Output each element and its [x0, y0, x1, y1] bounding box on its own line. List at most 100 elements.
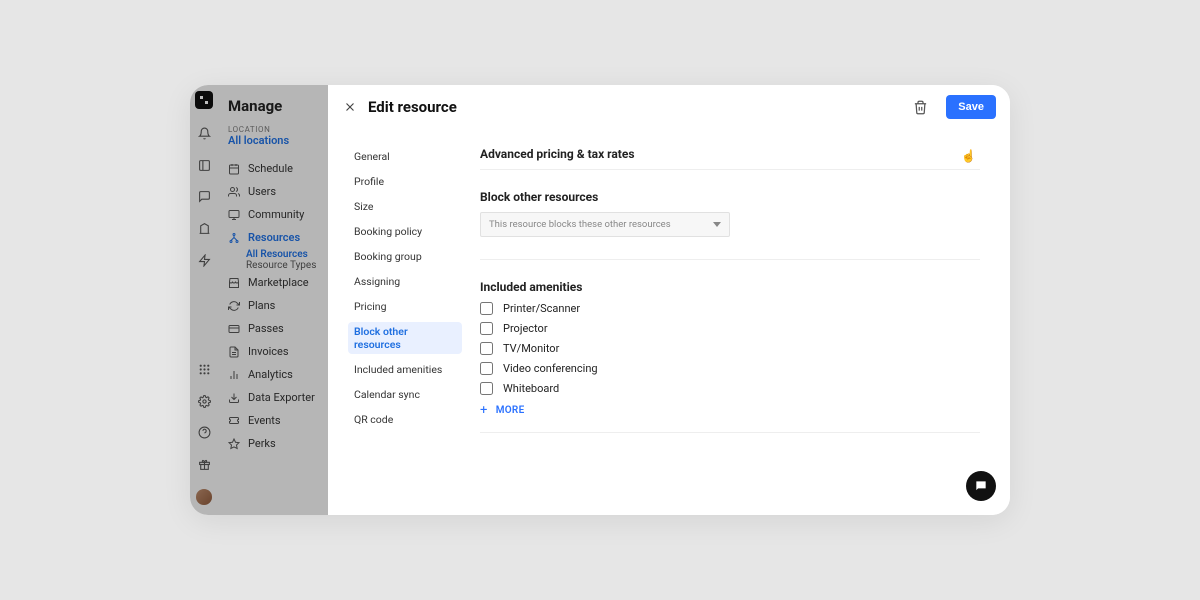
modal-title: Edit resource	[368, 98, 902, 116]
save-button[interactable]: Save	[946, 95, 996, 119]
section-nav: General Profile Size Booking policy Book…	[328, 129, 470, 515]
section-size[interactable]: Size	[348, 197, 462, 216]
nav-invoices[interactable]: Invoices	[218, 340, 328, 363]
amenity-row[interactable]: Projector	[480, 322, 980, 335]
icon-rail	[190, 85, 218, 515]
location-label: LOCATION	[228, 125, 318, 134]
user-avatar[interactable]	[196, 489, 212, 505]
invoice-icon	[228, 346, 240, 358]
section-amenities[interactable]: Included amenities	[348, 360, 462, 379]
store-icon	[228, 277, 240, 289]
nav-resources[interactable]: Resources	[218, 226, 328, 249]
advanced-pricing-title: Advanced pricing & tax rates	[480, 147, 635, 161]
included-amenities-block: Included amenities Printer/Scanner Proje…	[480, 280, 980, 433]
amenity-label: Video conferencing	[503, 362, 598, 375]
nav-sub-resource-types[interactable]: Resource Types	[218, 260, 328, 271]
nav-plans[interactable]: Plans	[218, 294, 328, 317]
chevron-down-icon	[713, 222, 721, 227]
trash-icon[interactable]	[912, 99, 928, 115]
advanced-pricing-block: Advanced pricing & tax rates ☝	[480, 147, 980, 170]
section-general[interactable]: General	[348, 147, 462, 166]
section-calendar-sync[interactable]: Calendar sync	[348, 385, 462, 404]
nav-data-exporter[interactable]: Data Exporter	[218, 386, 328, 409]
section-booking-policy[interactable]: Booking policy	[348, 222, 462, 241]
nav-label: Community	[248, 208, 304, 221]
amenity-row[interactable]: Video conferencing	[480, 362, 980, 375]
location-value: All locations	[228, 134, 318, 147]
section-assigning[interactable]: Assigning	[348, 272, 462, 291]
building-icon[interactable]	[197, 222, 211, 236]
export-icon	[228, 392, 240, 404]
plus-icon: +	[480, 403, 488, 418]
layout-icon[interactable]	[197, 158, 211, 172]
nav-label: Analytics	[248, 368, 293, 381]
nav-perks[interactable]: Perks	[218, 432, 328, 455]
close-icon[interactable]	[342, 99, 358, 115]
nav-label: Invoices	[248, 345, 289, 358]
nav-label: Marketplace	[248, 276, 309, 289]
gift-icon[interactable]	[197, 458, 211, 472]
block-resources-select[interactable]: This resource blocks these other resourc…	[480, 212, 730, 237]
nav-events[interactable]: Events	[218, 409, 328, 432]
edit-resource-modal: Edit resource Save General Profile Size …	[328, 85, 1010, 515]
nav-label: Data Exporter	[248, 391, 315, 404]
card-icon	[228, 323, 240, 335]
nav-label: Passes	[248, 322, 284, 335]
amenity-checkbox[interactable]	[480, 382, 493, 395]
nav-passes[interactable]: Passes	[218, 317, 328, 340]
amenity-label: Printer/Scanner	[503, 302, 580, 315]
form-area: Advanced pricing & tax rates ☝ Block oth…	[470, 129, 1010, 515]
nav-community[interactable]: Community	[218, 203, 328, 226]
section-profile[interactable]: Profile	[348, 172, 462, 191]
bolt-icon[interactable]	[197, 253, 211, 267]
nav-users[interactable]: Users	[218, 180, 328, 203]
users-icon	[228, 186, 240, 198]
amenity-label: TV/Monitor	[503, 342, 559, 355]
nav-label: Events	[248, 414, 281, 427]
message-icon[interactable]	[197, 190, 211, 204]
amenity-row[interactable]: TV/Monitor	[480, 342, 980, 355]
block-other-title: Block other resources	[480, 190, 598, 204]
star-icon	[228, 438, 240, 450]
grid-icon[interactable]	[197, 363, 211, 377]
sidebar: Manage LOCATION All locations Schedule U…	[190, 85, 328, 515]
nav-label: Users	[248, 185, 276, 198]
amenity-checkbox[interactable]	[480, 322, 493, 335]
section-qr-code[interactable]: QR code	[348, 410, 462, 429]
chat-fab[interactable]	[966, 471, 996, 501]
section-booking-group[interactable]: Booking group	[348, 247, 462, 266]
nav-label: Perks	[248, 437, 276, 450]
amenity-checkbox[interactable]	[480, 342, 493, 355]
amenity-row[interactable]: Whiteboard	[480, 382, 980, 395]
select-placeholder: This resource blocks these other resourc…	[489, 219, 671, 230]
amenity-label: Projector	[503, 322, 548, 335]
resources-icon	[228, 232, 240, 244]
gear-icon[interactable]	[197, 394, 211, 408]
app-window: Manage LOCATION All locations Schedule U…	[190, 85, 1010, 515]
nav-sub-all-resources[interactable]: All Resources	[218, 249, 328, 260]
nav-label: Plans	[248, 299, 275, 312]
amenity-checkbox[interactable]	[480, 362, 493, 375]
amenity-label: Whiteboard	[503, 382, 559, 395]
bell-icon[interactable]	[197, 127, 211, 141]
more-amenities-button[interactable]: + MORE	[480, 403, 980, 418]
nav-marketplace[interactable]: Marketplace	[218, 271, 328, 294]
app-logo[interactable]	[195, 91, 213, 109]
section-pricing[interactable]: Pricing	[348, 297, 462, 316]
amenities-title: Included amenities	[480, 280, 582, 294]
nav-analytics[interactable]: Analytics	[218, 363, 328, 386]
nav-label: Resources	[248, 231, 300, 244]
nav-label: Schedule	[248, 162, 293, 175]
amenity-row[interactable]: Printer/Scanner	[480, 302, 980, 315]
location-switcher[interactable]: LOCATION All locations	[228, 125, 318, 147]
help-icon[interactable]	[197, 426, 211, 440]
calendar-icon	[228, 163, 240, 175]
amenity-checkbox[interactable]	[480, 302, 493, 315]
ticket-icon	[228, 415, 240, 427]
section-block-other[interactable]: Block other resources	[348, 322, 462, 354]
more-label: MORE	[496, 405, 525, 416]
modal-header: Edit resource Save	[328, 85, 1010, 129]
chart-icon	[228, 369, 240, 381]
block-other-resources-block: Block other resources This resource bloc…	[480, 190, 980, 260]
nav-schedule[interactable]: Schedule	[218, 157, 328, 180]
